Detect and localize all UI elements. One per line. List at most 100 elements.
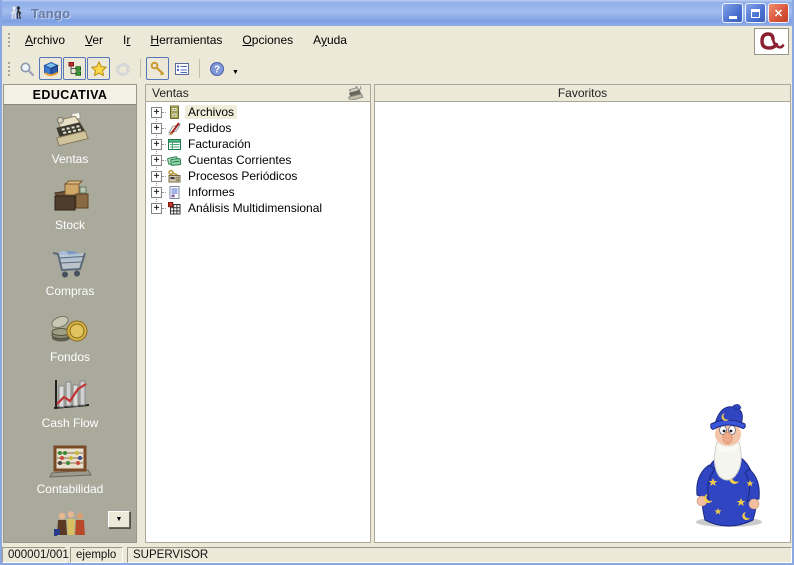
cube-3d-icon: [42, 61, 59, 76]
menu-ver[interactable]: Ver: [75, 29, 113, 51]
menu-herramientas[interactable]: Herramientas: [140, 29, 232, 51]
sidebar-item-compras[interactable]: Compras: [45, 245, 95, 298]
brand-logo: [754, 28, 789, 55]
tree-item-cuentas-corrientes[interactable]: Cuentas Corrientes: [151, 152, 370, 168]
expand-plus-icon[interactable]: [151, 170, 162, 182]
tree-item-label: Análisis Multidimensional: [188, 201, 323, 215]
sidebar-item-fondos[interactable]: Fondos: [47, 311, 93, 364]
module-sidebar: EDUCATIVA Ventas Stock Compras Fondos Ca…: [3, 84, 137, 543]
maximize-button[interactable]: [745, 3, 766, 23]
star-icon: [90, 60, 107, 77]
toolbar-dropdown-arrow[interactable]: ▼: [232, 61, 239, 76]
tree-item-facturacion[interactable]: Facturación: [151, 136, 370, 152]
list-icon: [174, 62, 189, 75]
toolbar-grip[interactable]: [7, 59, 12, 78]
sidebar-item-cashflow[interactable]: Cash Flow: [41, 377, 99, 430]
magnifier-icon: [20, 62, 34, 76]
coins-icon: [51, 315, 88, 342]
minimize-icon: [728, 16, 737, 19]
tree-view-button[interactable]: [63, 57, 86, 80]
sidebar-item-label: Cash Flow: [41, 416, 99, 430]
tree-item-label: Archivos: [185, 105, 238, 119]
menu-opciones[interactable]: Opciones: [232, 29, 303, 51]
sidebar-item-contabilidad[interactable]: Contabilidad: [36, 443, 104, 496]
expand-plus-icon[interactable]: [151, 154, 162, 166]
merlin-wizard-assistant[interactable]: [688, 404, 766, 528]
close-button[interactable]: [768, 3, 789, 23]
help-button[interactable]: ?: [205, 57, 228, 80]
menu-bar: Archivo Ver Ir Herramientas Opciones Ayu…: [0, 26, 794, 54]
menu-ayuda[interactable]: Ayuda: [303, 29, 357, 51]
invoicing-icon: [168, 138, 181, 150]
svg-text:?: ?: [213, 64, 219, 75]
tree-item-label: Pedidos: [188, 121, 232, 135]
tree-item-label: Facturación: [188, 137, 251, 151]
tree-item-informes[interactable]: Informes: [151, 184, 370, 200]
accounts-icon: [167, 155, 182, 166]
menubar-grip[interactable]: [7, 31, 12, 49]
favorites-body: [374, 102, 791, 543]
ring-icon: [115, 62, 130, 76]
close-icon: [774, 4, 783, 22]
archives-icon: [170, 105, 179, 119]
boxes-icon: [54, 180, 89, 211]
sidebar-item-ventas[interactable]: Ventas: [47, 113, 93, 166]
sidebar-item-label: Contabilidad: [36, 482, 104, 496]
title-bar: Tango: [0, 0, 794, 26]
toolbar-separator: [140, 59, 141, 78]
sidebar-item-label: Stock: [54, 218, 85, 232]
chart-icon: [53, 380, 90, 409]
modules-view-button[interactable]: [39, 57, 62, 80]
ring-button[interactable]: [111, 57, 134, 80]
tango-dancers-icon: [10, 6, 22, 20]
help-icon: ?: [209, 61, 224, 76]
tree-item-label: Informes: [188, 185, 235, 199]
details-list-button[interactable]: [170, 57, 193, 80]
multidimensional-icon: [168, 201, 181, 214]
expand-plus-icon[interactable]: [151, 138, 162, 150]
tree-body: Archivos Pedidos: [145, 102, 371, 543]
tree-item-label: Procesos Periódicos: [188, 169, 298, 183]
expand-plus-icon[interactable]: [151, 122, 162, 134]
cash-register-small-icon: [347, 86, 364, 100]
status-user: SUPERVISOR: [127, 547, 792, 563]
access-key-button[interactable]: [146, 57, 169, 80]
maximize-icon: [751, 8, 760, 18]
status-bar: 000001/001 ejemplo SUPERVISOR: [0, 546, 794, 565]
app-window: Tango Archivo Ver Ir Herramientas Opcion…: [0, 0, 794, 565]
sidebar-item-stock[interactable]: Stock: [47, 179, 93, 232]
expand-plus-icon[interactable]: [151, 186, 162, 198]
status-database: ejemplo: [70, 547, 123, 563]
periodic-processes-icon: [168, 169, 181, 182]
tree-item-analisis-multidimensional[interactable]: Análisis Multidimensional: [151, 200, 370, 216]
shopping-cart-icon: [52, 251, 86, 278]
expand-plus-icon[interactable]: [151, 106, 162, 118]
search-button[interactable]: [15, 57, 38, 80]
sidebar-item-partial[interactable]: [47, 509, 93, 542]
orders-icon: [168, 121, 181, 135]
favorites-panel-title: Favoritos: [557, 86, 608, 100]
ventas-tree: Archivos Pedidos: [146, 102, 370, 216]
expand-plus-icon[interactable]: [151, 202, 162, 214]
company-name-header: EDUCATIVA: [4, 85, 136, 105]
toolbar-separator-2: [199, 59, 200, 78]
favorites-view-button[interactable]: [87, 57, 110, 80]
sidebar-scroll-down-button[interactable]: [108, 511, 130, 528]
tree-panel-title: Ventas: [152, 86, 189, 100]
reports-icon: [169, 185, 180, 199]
sidebar-item-label: Ventas: [51, 152, 89, 166]
tree-item-pedidos[interactable]: Pedidos: [151, 120, 370, 136]
tree-hierarchy-icon: [68, 61, 81, 76]
window-title: Tango: [31, 5, 71, 21]
status-company: 000001/001: [2, 547, 69, 563]
tree-item-archivos[interactable]: Archivos: [151, 104, 370, 120]
tree-panel-header: Ventas: [145, 84, 371, 102]
cash-register-icon: [56, 113, 89, 147]
tree-item-procesos-periodicos[interactable]: Procesos Periódicos: [151, 168, 370, 184]
tree-item-label: Cuentas Corrientes: [188, 153, 292, 167]
favorites-panel: Favoritos: [374, 84, 791, 543]
sidebar-item-label: Compras: [45, 284, 95, 298]
menu-ir[interactable]: Ir: [113, 29, 140, 51]
menu-archivo[interactable]: Archivo: [15, 29, 75, 51]
minimize-button[interactable]: [722, 3, 743, 23]
